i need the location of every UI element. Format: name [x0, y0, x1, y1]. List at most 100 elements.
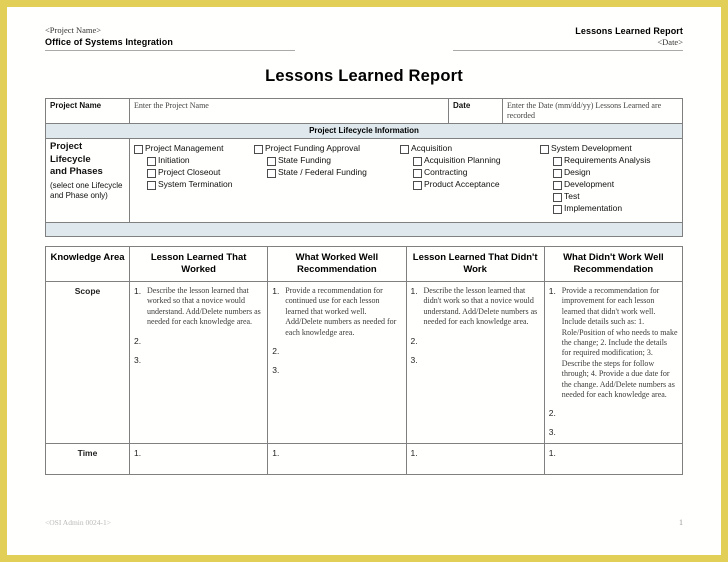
checkbox-icon[interactable]	[413, 181, 422, 191]
list-item: 1. Provide a recommendation for improveme…	[549, 286, 678, 400]
lifecycle-option[interactable]: Project Management	[134, 144, 254, 155]
phase-option-label: State / Federal Funding	[278, 167, 367, 178]
date-label: Date	[448, 97, 503, 125]
document-page: <Project Name> Office of Systems Integra…	[7, 7, 721, 555]
checkbox-icon[interactable]	[553, 193, 562, 203]
phase-option-label: State Funding	[278, 155, 331, 166]
phase-option-label: Project Closeout	[158, 167, 221, 178]
list-item: 3.	[134, 355, 263, 366]
checkbox-icon[interactable]	[400, 145, 409, 155]
checkbox-icon[interactable]	[553, 157, 562, 167]
list-item: 1. Provide a recommendation for continued…	[272, 286, 401, 338]
numbered-list: 1. Describe the lesson learned that didn'…	[408, 283, 543, 370]
checkbox-icon[interactable]	[553, 181, 562, 191]
phase-option[interactable]: State / Federal Funding	[254, 167, 400, 179]
list-item-text	[424, 448, 540, 459]
date-field[interactable]: Enter the Date (mm/dd/yy) Lessons Learne…	[502, 97, 683, 125]
header-left-block: <Project Name> Office of Systems Integra…	[45, 25, 295, 51]
matrix-cell[interactable]: 1. Describe the lesson learned that didn'…	[405, 281, 545, 445]
list-item-text	[562, 427, 678, 438]
lifecycle-group-3: Acquisition Acquisition Planning Contracti…	[400, 144, 540, 216]
checkbox-icon[interactable]	[147, 157, 156, 167]
checkbox-icon[interactable]	[413, 169, 422, 179]
table-row: Time 1. 1. 1. 1.	[45, 443, 684, 476]
list-item: 1.	[411, 448, 540, 459]
phase-option-label: Implementation	[564, 203, 623, 214]
phase-option[interactable]: State Funding	[254, 155, 400, 167]
list-item: 1. Describe the lesson learned that worke…	[134, 286, 263, 328]
checkbox-icon[interactable]	[413, 157, 422, 167]
matrix-cell[interactable]: 1.	[543, 443, 684, 476]
checkbox-icon[interactable]	[147, 169, 156, 179]
phase-option-label: Contracting	[424, 167, 468, 178]
numbered-list: 1. Describe the lesson learned that worke…	[131, 283, 266, 370]
list-item: 1.	[272, 448, 401, 459]
phase-option[interactable]: Design	[540, 168, 678, 179]
header-report-name: Lessons Learned Report	[575, 26, 683, 36]
lifecycle-option[interactable]: Acquisition	[400, 144, 540, 155]
matrix-cell[interactable]: 1.	[128, 443, 269, 476]
list-item-number: 1.	[272, 448, 280, 459]
checkbox-icon[interactable]	[147, 181, 156, 191]
header-right-block: Lessons Learned Report <Date>	[453, 25, 683, 51]
lifecycle-option-label: Project Funding Approval	[265, 143, 360, 154]
matrix-cell[interactable]: 1. Provide a recommendation for improveme…	[543, 281, 684, 445]
checkbox-icon[interactable]	[540, 145, 549, 155]
checkbox-icon[interactable]	[553, 205, 562, 215]
phase-option[interactable]: Project Closeout	[134, 167, 254, 179]
list-item-text	[285, 365, 401, 376]
lifecycle-option[interactable]: Project Funding Approval	[254, 143, 400, 155]
project-name-label: Project Name	[45, 97, 130, 125]
list-item: 1.	[134, 448, 263, 459]
lifecycle-group-2: Project Funding Approval State Funding Sta…	[254, 144, 400, 216]
list-item-number: 2.	[548, 408, 556, 419]
phase-option[interactable]: Development	[540, 180, 678, 191]
matrix-cell[interactable]: 1. Describe the lesson learned that worke…	[128, 281, 269, 445]
header-right-rule	[453, 49, 683, 51]
phase-option[interactable]: Product Acceptance	[400, 180, 540, 191]
lifecycle-option[interactable]: System Development	[540, 143, 678, 155]
matrix-column-header: Lesson Learned That Didn't Work	[405, 246, 545, 283]
matrix-cell[interactable]: 1.	[267, 443, 407, 476]
lifecycle-option-label: System Development	[551, 143, 632, 154]
list-item: 3.	[549, 427, 678, 438]
phase-option[interactable]: Implementation	[540, 203, 678, 215]
list-item-text	[285, 346, 401, 357]
phase-option[interactable]: Initiation	[134, 156, 254, 167]
checkbox-icon[interactable]	[267, 157, 276, 167]
phase-option[interactable]: Test	[540, 192, 678, 203]
document-running-header: <Project Name> Office of Systems Integra…	[45, 25, 683, 51]
checkbox-icon[interactable]	[267, 169, 276, 179]
lifecycle-band-title: Project Lifecycle Information	[45, 123, 683, 140]
numbered-list: 1.	[131, 445, 266, 463]
matrix-cell[interactable]: 1. Provide a recommendation for continued…	[267, 281, 407, 445]
lifecycle-group-1: Project Management Initiation Project Clos…	[134, 144, 254, 216]
matrix-cell[interactable]: 1.	[405, 443, 545, 476]
list-item-number: 2.	[272, 346, 280, 357]
list-item: 1.	[549, 448, 678, 459]
lifecycle-row: Project Lifecycle and Phases (select one…	[45, 138, 683, 224]
matrix-column-header: Lesson Learned That Worked	[128, 246, 269, 283]
phase-option[interactable]: Acquisition Planning	[400, 156, 540, 167]
phase-option[interactable]: Requirements Analysis	[540, 156, 678, 167]
list-item-text: Provide a recommendation for continued u…	[285, 286, 397, 337]
lifecycle-band-row: Project Lifecycle Information	[45, 123, 683, 140]
numbered-list: 1. Provide a recommendation for continued…	[269, 283, 404, 380]
checkbox-icon[interactable]	[553, 169, 562, 179]
list-item: 3.	[272, 365, 401, 376]
project-name-field[interactable]: Enter the Project Name	[129, 97, 449, 125]
list-item-text	[147, 355, 263, 366]
checkbox-icon[interactable]	[254, 145, 263, 155]
phase-option[interactable]: Contracting	[400, 167, 540, 179]
list-item-number: 1.	[548, 448, 556, 459]
phase-option[interactable]: System Termination	[134, 180, 254, 191]
list-item-number: 1.	[548, 286, 556, 297]
checkbox-icon[interactable]	[134, 145, 143, 155]
list-item-number: 1.	[134, 286, 142, 297]
lifecycle-group-4: System Development Requirements Analysis D…	[540, 144, 678, 216]
footer-page-number: 1	[679, 518, 683, 527]
header-project-name-placeholder: <Project Name>	[45, 25, 102, 35]
lifecycle-label-cell: Project Lifecycle and Phases (select one…	[45, 138, 130, 224]
project-info-table: Project Name Enter the Project Name Date…	[45, 97, 683, 224]
